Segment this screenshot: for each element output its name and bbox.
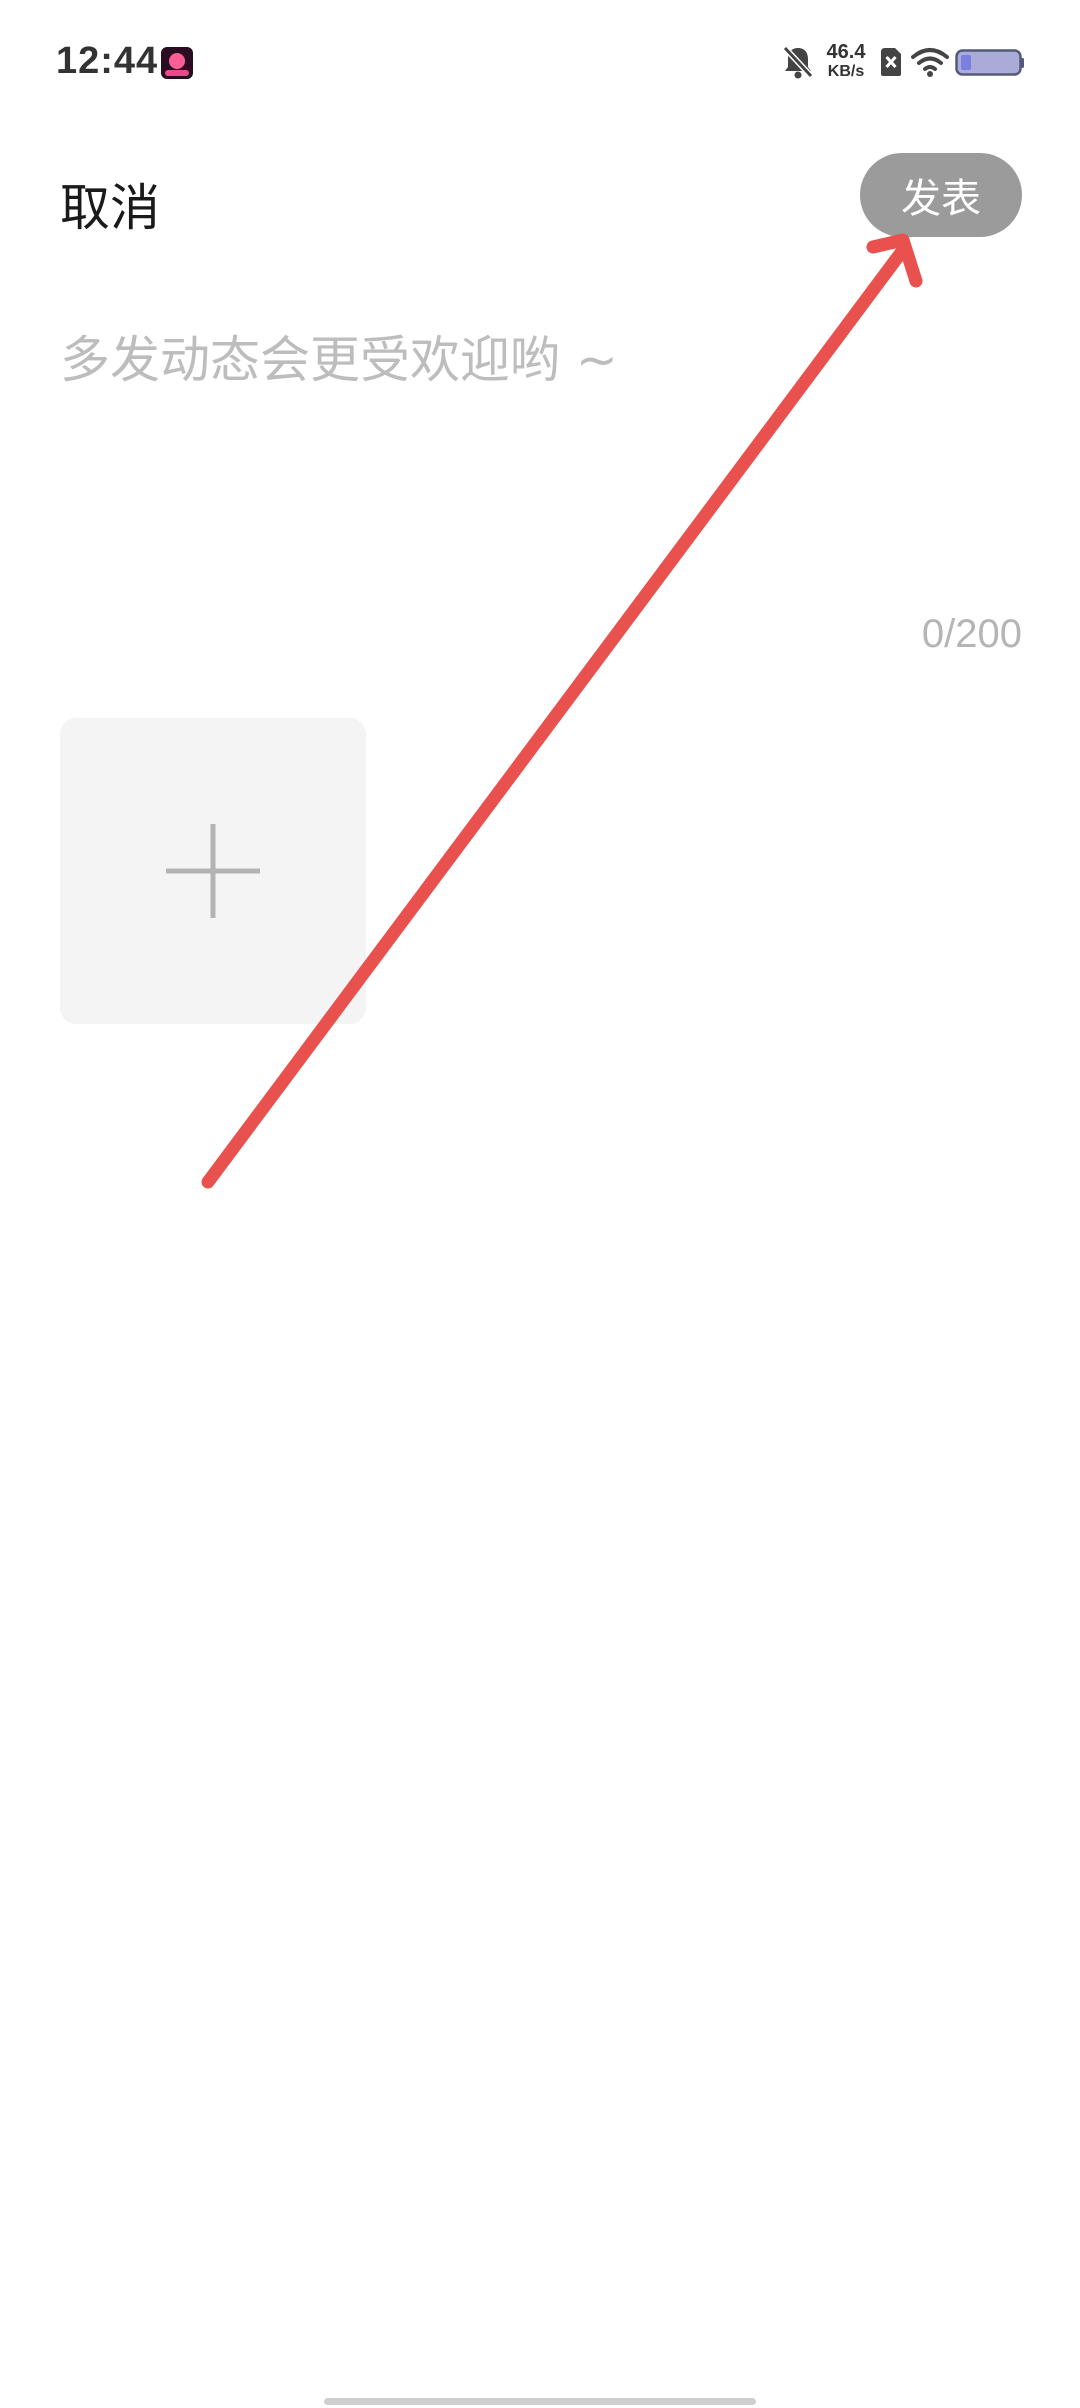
add-media-button[interactable] (60, 718, 366, 1024)
status-bar: 12:44 46.4 KB/s (0, 0, 1080, 125)
network-speed: 46.4 KB/s (817, 42, 875, 80)
bell-muted-icon (782, 45, 814, 79)
status-time: 12:44 (56, 40, 159, 82)
post-text-input[interactable] (60, 320, 1020, 580)
network-speed-unit: KB/s (827, 63, 865, 80)
network-speed-value: 46.4 (826, 41, 866, 63)
battery-icon (955, 49, 1024, 76)
cancel-button[interactable]: 取消 (60, 168, 160, 240)
plus-icon (166, 824, 260, 918)
home-indicator[interactable] (324, 2398, 756, 2405)
publish-button[interactable]: 发表 (860, 153, 1022, 237)
app-notification-icon (161, 47, 193, 79)
char-counter: 0/200 (921, 612, 1022, 656)
sim-off-icon (881, 48, 901, 76)
wifi-icon (911, 48, 949, 77)
